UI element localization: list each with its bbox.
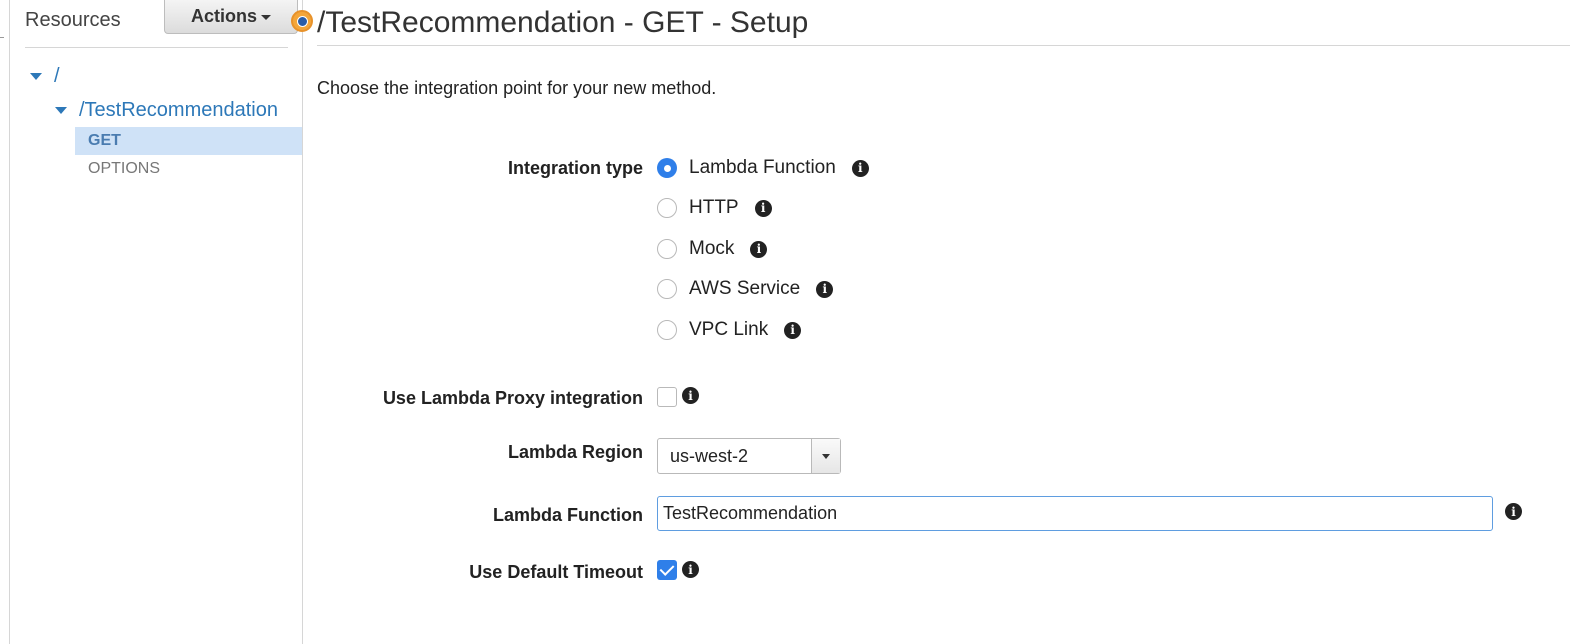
radio-label: Mock <box>689 238 735 259</box>
region-dropdown-button[interactable] <box>811 439 840 473</box>
lambda-function-input[interactable] <box>657 496 1493 531</box>
radio-button[interactable] <box>657 279 677 299</box>
radio-http[interactable]: HTTP i <box>657 197 772 219</box>
radio-label: VPC Link <box>689 319 769 340</box>
integration-type-label: Integration type <box>507 158 643 178</box>
expand-triangle-icon[interactable] <box>55 107 67 114</box>
actions-button[interactable]: Actions <box>164 0 298 34</box>
region-value: us-west-2 <box>670 445 749 466</box>
page-title: /TestRecommendation - GET - Setup <box>317 6 809 39</box>
radio-label: Lambda Function <box>689 157 836 178</box>
tree-method-options[interactable]: OPTIONS <box>75 155 302 183</box>
radio-label: HTTP <box>689 197 739 218</box>
info-icon[interactable]: i <box>851 159 869 177</box>
default-timeout-checkbox[interactable] <box>657 560 677 580</box>
chevron-down-icon <box>822 453 830 459</box>
title-divider <box>317 45 1570 46</box>
radio-button[interactable] <box>657 239 677 259</box>
tree-item-testrecommendation[interactable]: /TestRecommendation <box>55 99 278 122</box>
tree-item-root[interactable]: / <box>30 65 60 88</box>
lambda-proxy-label: Use Lambda Proxy integration <box>382 388 643 408</box>
info-icon[interactable]: i <box>754 199 772 217</box>
left-panel-tick <box>0 37 4 38</box>
resources-sidebar: Resources Actions / /TestRecommendation … <box>10 0 303 644</box>
radio-button[interactable] <box>657 320 677 340</box>
radio-button[interactable] <box>657 158 677 178</box>
info-icon[interactable]: i <box>682 561 699 578</box>
intro-text: Choose the integration point for your ne… <box>317 78 717 98</box>
lambda-function-label: Lambda Function <box>493 505 643 525</box>
lambda-region-select[interactable]: us-west-2 <box>657 438 841 474</box>
tree-item-label: /TestRecommendation <box>79 99 278 121</box>
resources-divider <box>25 47 288 48</box>
api-gateway-method-setup: Resources Actions / /TestRecommendation … <box>0 0 1570 644</box>
info-icon[interactable]: i <box>750 240 768 258</box>
lambda-proxy-checkbox[interactable] <box>657 387 677 407</box>
info-icon[interactable]: i <box>784 321 802 339</box>
radio-lambda-function[interactable]: Lambda Function i <box>657 157 869 179</box>
method-label: OPTIONS <box>88 160 161 177</box>
radio-label: AWS Service <box>689 278 801 299</box>
lambda-region-label: Lambda Region <box>507 442 643 462</box>
default-timeout-label: Use Default Timeout <box>469 562 643 582</box>
chevron-down-icon <box>261 15 271 20</box>
tree-item-label: / <box>54 65 60 87</box>
radio-vpc-link[interactable]: VPC Link i <box>657 319 802 341</box>
radio-mock[interactable]: Mock i <box>657 238 768 260</box>
resources-header: Resources <box>25 9 121 31</box>
radio-button[interactable] <box>657 198 677 218</box>
actions-label: Actions <box>190 6 257 26</box>
info-icon[interactable]: i <box>1505 503 1522 520</box>
radio-aws-service[interactable]: AWS Service i <box>657 278 834 300</box>
status-indicator-core <box>296 15 308 27</box>
info-icon[interactable]: i <box>682 387 699 404</box>
tree-method-get[interactable]: GET <box>75 127 302 155</box>
info-icon[interactable]: i <box>816 280 834 298</box>
status-indicator-icon <box>291 10 313 32</box>
expand-triangle-icon[interactable] <box>30 73 42 80</box>
method-label: GET <box>88 132 121 149</box>
